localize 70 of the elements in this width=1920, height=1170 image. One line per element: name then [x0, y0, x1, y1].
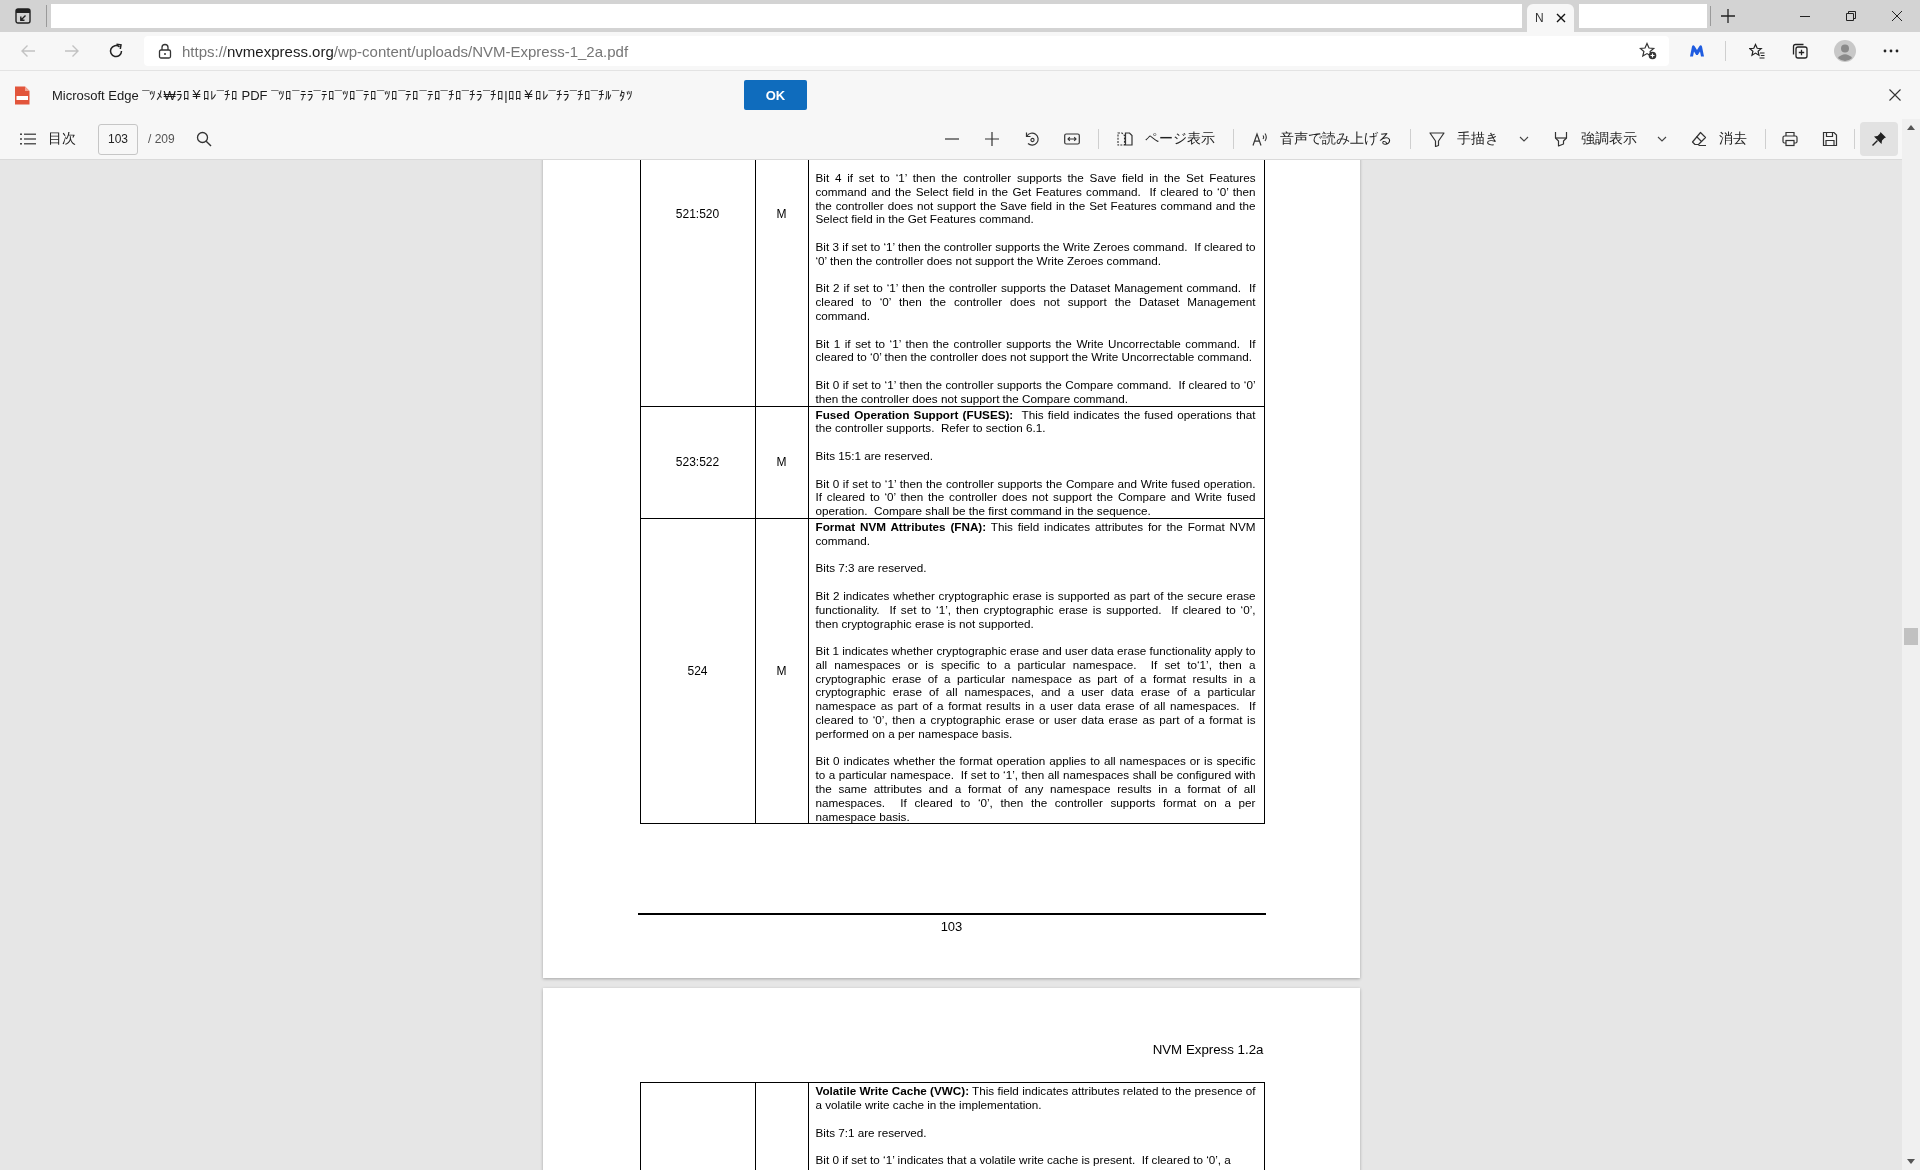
requirement-label: M: [776, 455, 787, 470]
info-message: Microsoft Edge ¯ﾂﾒ₩ﾗﾛ￥ﾛﾚ¯ﾁﾛ PDF ¯ﾂﾛ¯ﾃﾗ¯ﾃﾛ¯ﾂﾛ¯ﾃﾛ¯ﾂﾛ¯ﾃﾛ¯ﾃﾛ¯ﾁﾛ¯ﾁﾗ¯ﾁﾛ|ﾛﾛ￥ﾛﾚ¯ﾁﾗ¯ﾁﾛ¯ﾁﾙ¯ﾀﾂ: [52, 87, 634, 103]
description-paragraph: Bit 4 if set to ‘1’ then the controller supports the Save field in the Set Features command and the Select field in the Get Features command. If cleared to ‘0’ then the controller does not support the Save field in the Set Features command and the Select field in the Get Features command.: [815, 171, 1256, 227]
plus-icon[interactable]: [984, 131, 1000, 147]
list-icon: [20, 133, 36, 145]
page-count-label: / 209: [148, 132, 175, 146]
description-paragraph: Bit 0 if set to ‘1’ then the controller supports the Compare and Write fused operation. If cleared to ‘0’ then the controller does not support the Compare and Write fused operation. Compare shall be the first command in the sequence.: [815, 476, 1256, 518]
description-paragraph: Bit 2 if set to ‘1’ then the controller supports the Dataset Management command. If cleared to ‘0’ then the controller does not support the Dataset Management command.: [815, 281, 1256, 323]
chevron-down-icon[interactable]: [1519, 136, 1529, 142]
search-icon[interactable]: [195, 131, 212, 147]
read-aloud-button[interactable]: 音声で読み上げる: [1240, 123, 1404, 155]
contents-button[interactable]: 目次: [16, 123, 80, 155]
close-icon[interactable]: [1889, 89, 1901, 101]
save-icon[interactable]: [1822, 131, 1838, 147]
browser-tab[interactable]: N: [1527, 4, 1574, 32]
lock-icon[interactable]: [158, 43, 172, 59]
erase-button[interactable]: 消去: [1679, 123, 1759, 155]
squares-plus-icon[interactable]: [1792, 43, 1808, 59]
close-icon[interactable]: [1892, 11, 1902, 21]
page-view-button[interactable]: ページ表示: [1105, 123, 1227, 155]
description-paragraph: Bit 3 if set to ‘1’ then the controller supports the Write Zeroes command. If cleared to ‘0’ then the controller does not support the Write Zeroes command.: [815, 240, 1256, 268]
description-paragraph: Bits 7:3 are reserved.: [815, 561, 928, 576]
star-list-icon[interactable]: [1749, 43, 1765, 59]
address-field[interactable]: https://nvmexpress.org/wp-content/uploads/NVM-Express-1_2a.pdf: [144, 36, 1669, 66]
highlighter-icon: [1553, 131, 1569, 147]
printer-icon[interactable]: [1782, 131, 1798, 147]
caret-down-icon[interactable]: [1907, 1159, 1915, 1164]
restore-icon[interactable]: [1846, 11, 1856, 21]
description-paragraph: Bit 0 if set to ‘1’ indicates that a volatile write cache is present. If cleared to ‘0’, a: [815, 1153, 1232, 1168]
requirement-label: M: [776, 207, 787, 222]
description-paragraph: Bits 15:1 are reserved.: [815, 448, 935, 463]
m-logo-icon[interactable]: [1689, 43, 1705, 59]
two-pages-icon: [1117, 131, 1133, 147]
description-paragraph: Bit 1 if set to ‘1’ then the controller supports the Write Uncorrectable command. If cleared to ‘0’ then the controller does not support the Write Uncorrectable command.: [815, 336, 1256, 365]
draw-button[interactable]: 手描き: [1417, 123, 1541, 155]
description-paragraph: Bit 0 if set to ‘1’ then the controller supports the Compare command. If cleared to ‘0’ then the controller does not support the Compare command.: [815, 377, 1256, 406]
ok-button[interactable]: OK: [744, 80, 807, 110]
rotate-icon[interactable]: [1024, 131, 1040, 147]
eraser-icon: [1691, 131, 1707, 147]
close-icon[interactable]: [1556, 13, 1566, 23]
funnel-icon: [1429, 131, 1445, 147]
pin-button[interactable]: [1860, 122, 1898, 156]
document-icon: [14, 85, 30, 105]
letter-waves-icon: [1252, 131, 1268, 147]
scrollbar-thumb[interactable]: [1904, 628, 1918, 645]
more-icon[interactable]: [1883, 49, 1899, 53]
requirement-label: M: [776, 664, 787, 679]
chevron-down-icon[interactable]: [1657, 136, 1667, 142]
highlight-button[interactable]: 強調表示: [1541, 123, 1679, 155]
byte-range-label: 524: [687, 664, 708, 679]
byte-range-label: 521:520: [675, 207, 720, 222]
scrollbar[interactable]: [1902, 119, 1920, 1170]
description-paragraph: Fused Operation Support (FUSES): This field indicates the fused operations that the controller supports. Refer to section 6.1.: [815, 407, 1256, 436]
page-number-field[interactable]: 103: [98, 123, 138, 155]
fit-width-icon[interactable]: [1064, 131, 1080, 147]
caret-up-icon[interactable]: [1907, 125, 1915, 130]
description-paragraph: Format NVM Attributes (FNA): This field indicates attributes for the Format NVM command.: [815, 519, 1256, 548]
running-header: NVM Express 1.2a: [1152, 1042, 1264, 1058]
description-paragraph: Bit 1 indicates whether cryptographic erase and user data erase functionality apply to all namespaces or is specific to a particular namespace. If set to‘1’, then a cryptographic erase of a particular namespace as part of a format results in a cryptographic erase of all namespaces, and a user data erase of a particular namespace as part of a format results in a user data erase of all namespaces. If cleared to ‘0’, then a cryptographic erase or user data erase as part of a format is performed on a per namespace basis.: [815, 644, 1256, 741]
description-paragraph: Bits 7:1 are reserved.: [815, 1125, 928, 1140]
star-plus-icon[interactable]: [1639, 42, 1657, 60]
pin-icon: [1871, 131, 1887, 147]
page-number: 103: [940, 919, 963, 935]
avatar-icon[interactable]: [1834, 40, 1856, 62]
description-paragraph: Bit 0 indicates whether the format operation applies to all namespaces or is specific to a particular namespace. If set to ‘1’, then all namespaces shall be configured with the same attributes and a format of any namespace results in a format of all namespaces. If cleared to ‘0’, then the controller supports format on a per namespace basis.: [815, 754, 1256, 824]
description-paragraph: Bit 2 indicates whether cryptographic erase is supported as part of the secure erase functionality. If set to ‘1’, then cryptographic erase is supported. If cleared to ‘0’, then cryptographic erase is not supported.: [815, 588, 1256, 631]
refresh-icon[interactable]: [108, 43, 124, 59]
plus-icon[interactable]: [1720, 8, 1736, 24]
description-paragraph: Volatile Write Cache (VWC): This field indicates attributes related to the presence of a volatile write cache in the implementation.: [815, 1084, 1256, 1113]
byte-range-label: 523:522: [675, 455, 720, 470]
